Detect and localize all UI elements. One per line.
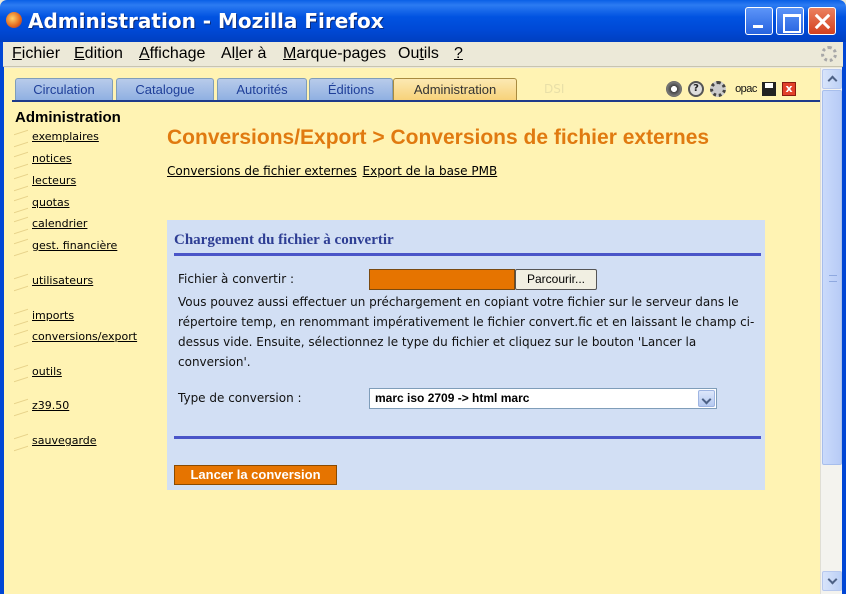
vertical-scrollbar[interactable] [820,68,842,594]
sidebar-title: Administration [15,109,121,126]
scroll-down-icon[interactable] [822,571,842,591]
menu-outils[interactable]: Outils [398,45,439,63]
tab-dsi-faded: DSI [544,82,565,96]
sidebar-item-exemplaires[interactable]: exemplaires [14,130,99,143]
menu-aller-a[interactable]: Aller à [221,45,266,63]
page-title: Conversions/Export > Conversions de fich… [167,126,710,149]
sidebar-item-notices[interactable]: notices [14,152,72,165]
sidebar-item-conversions-export[interactable]: conversions/export [14,330,137,343]
menu-fichier[interactable]: Fichier [12,45,60,63]
link-export-base-pmb[interactable]: Export de la base PMB [363,164,498,178]
sidebar-item-imports[interactable]: imports [14,309,74,322]
scroll-thumb[interactable] [822,90,842,465]
minimize-button[interactable] [745,7,773,35]
title-bar: Administration - Mozilla Firefox [0,0,846,42]
browse-button[interactable]: Parcourir... [515,269,597,290]
window-frame-right [842,42,846,594]
sidebar-item-quotas[interactable]: quotas [14,196,69,209]
sidebar-item-calendrier[interactable]: calendrier [14,217,87,230]
tab-editions[interactable]: Éditions [309,78,393,100]
sub-navigation: Conversions de fichier externes Export d… [167,164,499,178]
conversion-type-label: Type de conversion : [178,391,302,405]
tab-autorites[interactable]: Autorités [217,78,307,100]
preferences-icon[interactable] [666,81,682,97]
sidebar-item-gest-financiere[interactable]: gest. financière [14,239,117,252]
form-divider-bottom [174,436,761,439]
maximize-button[interactable] [776,7,804,35]
menu-affichage[interactable]: Affichage [139,45,205,63]
grip-icon [829,275,837,282]
help-icon[interactable]: ? [688,81,704,97]
save-icon[interactable] [762,82,776,96]
window-title: Administration - Mozilla Firefox [28,9,384,33]
sidebar-item-sauvegarde[interactable]: sauvegarde [14,434,97,447]
tab-circulation[interactable]: Circulation [15,78,113,100]
menu-bar: Fichier Edition Affichage Aller à Marque… [3,42,843,67]
close-window-button[interactable] [808,7,836,35]
sidebar-item-z3950[interactable]: z39.50 [14,399,69,412]
form-divider-top [174,253,761,256]
tab-catalogue[interactable]: Catalogue [116,78,214,100]
opac-icon[interactable]: opac [734,81,758,97]
sidebar-item-outils[interactable]: outils [14,365,62,378]
conversion-form: Chargement du fichier à convertir Fichie… [167,220,765,490]
menu-marque-pages[interactable]: Marque-pages [283,45,386,63]
throbber-icon [821,46,837,62]
settings-icon[interactable] [710,81,726,97]
file-path-input[interactable] [369,269,515,290]
admin-sidebar: Administration exemplaires notices lecte… [4,102,164,594]
chevron-down-icon[interactable] [698,390,715,407]
link-conversions-fichier-externes[interactable]: Conversions de fichier externes [167,164,357,178]
file-label: Fichier à convertir : [178,272,294,286]
logout-icon[interactable]: x [782,82,796,96]
tab-administration[interactable]: Administration [393,78,517,100]
scroll-up-icon[interactable] [822,69,842,89]
run-conversion-button[interactable]: Lancer la conversion [174,465,337,485]
menu-help[interactable]: ? [454,45,463,63]
firefox-logo-icon [6,12,22,28]
conversion-type-value: marc iso 2709 -> html marc [375,391,530,405]
help-text: Vous pouvez aussi effectuer un précharge… [178,295,755,369]
page-content: Circulation Catalogue Autorités Éditions… [4,68,820,594]
sidebar-item-utilisateurs[interactable]: utilisateurs [14,274,93,287]
sidebar-item-lecteurs[interactable]: lecteurs [14,174,76,187]
form-heading: Chargement du fichier à convertir [174,232,394,248]
conversion-type-select[interactable]: marc iso 2709 -> html marc [369,388,717,409]
module-tabs: Circulation Catalogue Autorités Éditions… [4,68,820,102]
menu-edition[interactable]: Edition [74,45,123,63]
